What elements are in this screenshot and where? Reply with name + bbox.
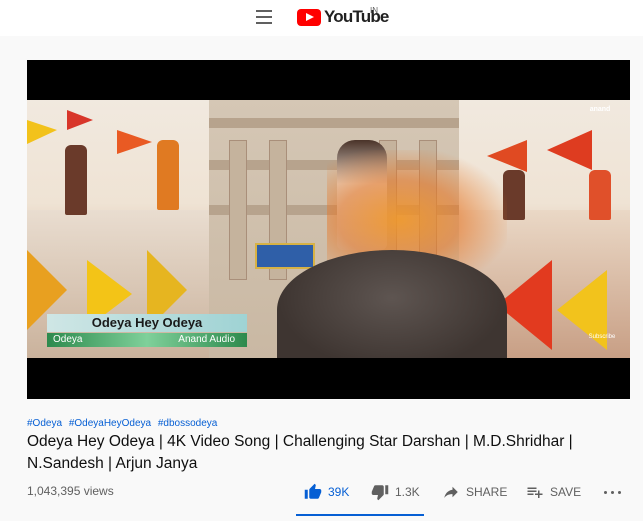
flag-graphic (117, 130, 152, 154)
save-label: SAVE (550, 485, 582, 499)
share-label: SHARE (466, 485, 508, 499)
video-player[interactable]: Odeya Hey Odeya Odeya Anand Audio anand … (27, 60, 630, 399)
youtube-play-icon (297, 8, 321, 26)
person-figure (65, 145, 87, 215)
video-caption: Odeya Hey Odeya Odeya Anand Audio (47, 314, 247, 354)
logo-text: YouTube (324, 7, 389, 26)
country-code: IN (370, 6, 378, 15)
hashtag-link[interactable]: #Odeya (27, 418, 62, 429)
caption-subline: Odeya Anand Audio (47, 333, 247, 347)
like-button[interactable]: 39K (304, 480, 349, 504)
hamburger-menu-icon[interactable] (253, 7, 275, 27)
like-count: 39K (328, 485, 350, 499)
flag-graphic (27, 120, 57, 144)
thumbs-down-icon (371, 485, 389, 501)
elephant-figure (277, 250, 507, 358)
caption-movie: Odeya (53, 334, 83, 345)
more-options-icon[interactable] (604, 488, 622, 496)
share-arrow-icon (444, 486, 458, 498)
add-to-playlist-icon (527, 487, 543, 498)
flag-graphic (547, 130, 592, 170)
hashtag-link[interactable]: #dbossodeya (158, 418, 218, 429)
top-app-bar: YouTube IN (0, 0, 643, 36)
hashtag-list: #Odeya #OdeyaHeyOdeya #dbossodeya (27, 418, 221, 429)
like-ratio-bar (296, 514, 424, 516)
person-figure (589, 170, 611, 220)
dislike-button[interactable]: 1.3K (371, 480, 420, 504)
caption-label: Anand Audio (178, 334, 235, 345)
caption-title: Odeya Hey Odeya (47, 314, 247, 332)
channel-watermark: anand (589, 106, 611, 113)
person-figure (157, 140, 179, 210)
save-button[interactable]: SAVE (526, 480, 581, 504)
flag-graphic (67, 110, 93, 130)
video-frame: Odeya Hey Odeya Odeya Anand Audio anand (27, 100, 630, 358)
thumbs-up-icon (304, 483, 322, 499)
subscribe-watermark[interactable]: Subscribe (584, 334, 620, 350)
dislike-count: 1.3K (395, 485, 420, 499)
action-bar: 39K 1.3K SHARE SAVE (0, 480, 643, 504)
share-button[interactable]: SHARE (442, 480, 507, 504)
video-title: Odeya Hey Odeya | 4K Video Song | Challe… (27, 433, 573, 472)
temple-sign (255, 243, 315, 269)
hashtag-link[interactable]: #OdeyaHeyOdeya (69, 418, 151, 429)
